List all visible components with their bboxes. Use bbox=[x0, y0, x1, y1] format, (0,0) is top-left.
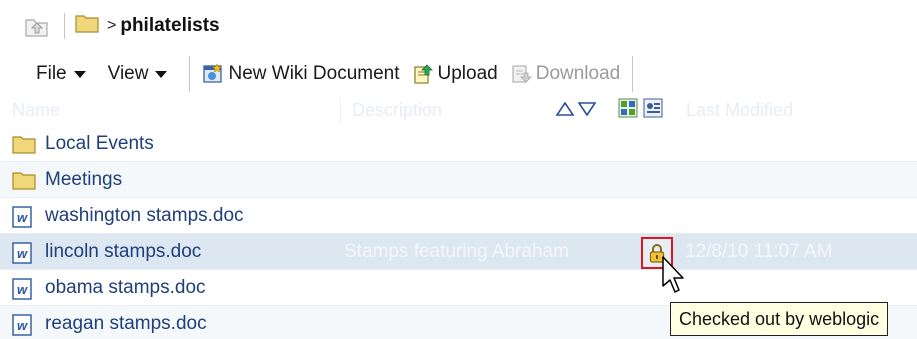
mouse-pointer-icon bbox=[662, 256, 686, 304]
view-menu[interactable]: View bbox=[108, 63, 168, 85]
upload-icon bbox=[413, 64, 433, 84]
item-name[interactable]: obama stamps.doc bbox=[45, 277, 206, 299]
column-divider bbox=[340, 98, 341, 124]
breadcrumb-current[interactable]: philatelists bbox=[120, 15, 219, 37]
list-item[interactable]: w obama stamps.doc bbox=[0, 270, 917, 306]
toolbar: File View New Wiki Document Upload Downl… bbox=[0, 52, 917, 96]
upload-button[interactable]: Upload bbox=[412, 63, 498, 85]
column-header-row: Name Description Last Modified bbox=[0, 96, 917, 126]
folder-icon bbox=[12, 170, 36, 196]
item-last-modified: 12/8/10 11:07 AM bbox=[685, 241, 833, 262]
item-name[interactable]: reagan stamps.doc bbox=[45, 313, 207, 335]
list-item[interactable]: w washington stamps.doc bbox=[0, 198, 917, 234]
folder-icon bbox=[75, 13, 99, 39]
folder-icon bbox=[12, 134, 36, 160]
download-button[interactable]: Download bbox=[510, 63, 621, 85]
svg-text:w: w bbox=[17, 318, 28, 333]
list-item[interactable]: w lincoln stamps.doc Stamps featuring Ab… bbox=[0, 234, 917, 270]
item-name[interactable]: washington stamps.doc bbox=[45, 205, 244, 227]
sort-ascending-icon[interactable] bbox=[556, 102, 574, 116]
sort-controls bbox=[556, 102, 596, 116]
details-view-icon[interactable] bbox=[643, 98, 663, 123]
file-menu[interactable]: File bbox=[36, 63, 86, 85]
item-name[interactable]: Local Events bbox=[45, 133, 154, 155]
toolbar-divider bbox=[632, 56, 634, 92]
breadcrumb-divider bbox=[64, 13, 65, 39]
list-item[interactable]: Meetings bbox=[0, 162, 917, 198]
item-description: Stamps featuring Abraham bbox=[344, 241, 569, 262]
upload-label: Upload bbox=[437, 63, 498, 84]
item-name[interactable]: Meetings bbox=[45, 169, 122, 191]
download-label: Download bbox=[535, 63, 621, 84]
word-doc-icon: w bbox=[12, 242, 32, 270]
toolbar-divider bbox=[189, 56, 191, 92]
chevron-down-icon bbox=[73, 70, 86, 78]
word-doc-icon: w bbox=[12, 314, 32, 339]
item-name[interactable]: lincoln stamps.doc bbox=[45, 241, 201, 263]
up-folder-icon[interactable] bbox=[24, 14, 50, 38]
column-header-description[interactable]: Description bbox=[352, 100, 442, 121]
download-icon bbox=[512, 65, 532, 83]
svg-text:w: w bbox=[17, 246, 28, 261]
column-header-name[interactable]: Name bbox=[12, 100, 60, 121]
new-wiki-icon bbox=[203, 63, 223, 83]
sort-descending-icon[interactable] bbox=[578, 102, 596, 116]
new-wiki-document-label: New Wiki Document bbox=[228, 63, 400, 84]
checked-out-tooltip: Checked out by weblogic bbox=[670, 302, 889, 336]
word-doc-icon: w bbox=[12, 206, 32, 234]
svg-text:w: w bbox=[17, 210, 28, 225]
view-menu-label: View bbox=[107, 63, 149, 84]
column-header-last-modified[interactable]: Last Modified bbox=[686, 100, 793, 121]
svg-text:w: w bbox=[17, 282, 28, 297]
new-wiki-document-button[interactable]: New Wiki Document bbox=[202, 63, 400, 85]
breadcrumb-arrow: > bbox=[107, 17, 117, 34]
group-view-icon[interactable] bbox=[618, 98, 638, 123]
word-doc-icon: w bbox=[12, 278, 32, 306]
file-menu-label: File bbox=[36, 63, 67, 84]
chevron-down-icon bbox=[155, 70, 168, 78]
list-item[interactable]: Local Events bbox=[0, 126, 917, 162]
breadcrumb: > philatelists bbox=[0, 0, 917, 52]
